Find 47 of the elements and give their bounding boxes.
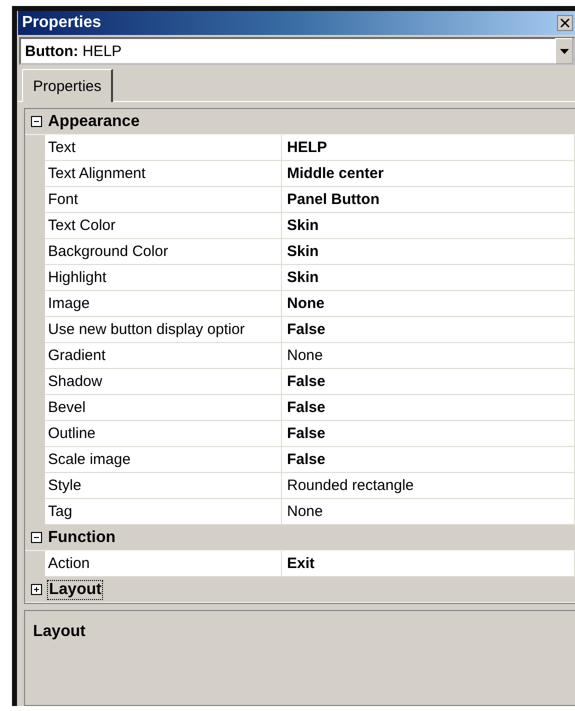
property-name: Use new button display optior: [45, 317, 282, 343]
property-name: Action: [45, 551, 282, 577]
collapse-icon[interactable]: [31, 532, 42, 543]
property-name: Gradient: [45, 343, 282, 369]
property-name: Style: [45, 473, 282, 499]
property-name: Background Color: [45, 239, 282, 265]
property-value[interactable]: False: [282, 421, 575, 447]
property-value[interactable]: None: [282, 499, 575, 525]
category-name: Function: [48, 528, 116, 546]
tab[interactable]: Properties: [22, 69, 114, 102]
property-name: Text Color: [45, 213, 282, 239]
property-value[interactable]: False: [282, 317, 575, 343]
property-value[interactable]: Exit: [282, 551, 575, 577]
caret-icon: [560, 48, 568, 54]
property-name: Image: [45, 291, 282, 317]
object-selector[interactable]: Button: HELP: [19, 37, 575, 65]
category-name: Appearance: [48, 112, 140, 130]
property-value[interactable]: Rounded rectangle: [282, 473, 575, 499]
description-title: Layout: [33, 623, 86, 640]
property-value[interactable]: None: [282, 291, 575, 317]
selected-object: Button: HELP: [25, 42, 122, 60]
property-name: Scale image: [45, 447, 282, 473]
property-name: Font: [45, 187, 282, 213]
property-name: Bevel: [45, 395, 282, 421]
property-name: Text Alignment: [45, 161, 282, 187]
dropdown-button[interactable]: [555, 38, 573, 64]
property-name: Tag: [45, 499, 282, 525]
window-title: Properties: [22, 14, 102, 32]
category-row[interactable]: Layout: [25, 577, 575, 603]
property-value[interactable]: False: [282, 447, 575, 473]
property-value[interactable]: Skin: [282, 213, 575, 239]
close-icon[interactable]: [557, 15, 573, 31]
property-name: Outline: [45, 421, 282, 447]
property-name: Text: [45, 135, 282, 161]
property-name: Highlight: [45, 265, 282, 291]
collapse-icon[interactable]: [31, 116, 42, 127]
expand-icon[interactable]: [31, 584, 42, 595]
property-value[interactable]: None: [282, 343, 575, 369]
property-value[interactable]: Skin: [282, 239, 575, 265]
property-value[interactable]: HELP: [282, 135, 575, 161]
property-value[interactable]: False: [282, 369, 575, 395]
property-value[interactable]: Middle center: [282, 161, 575, 187]
property-name: Shadow: [45, 369, 282, 395]
category-name: Layout: [48, 580, 102, 598]
property-value[interactable]: False: [282, 395, 575, 421]
property-value[interactable]: Panel Button: [282, 187, 575, 213]
property-value[interactable]: Skin: [282, 265, 575, 291]
